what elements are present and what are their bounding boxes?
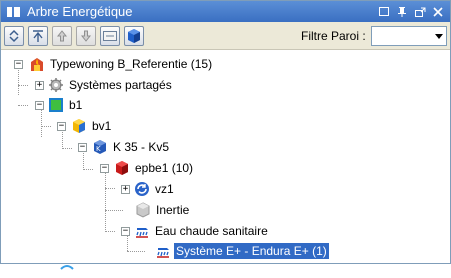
tree-node-b1[interactable]: b1	[48, 95, 84, 115]
tree-node-label: Inertie	[156, 203, 190, 217]
gear-icon	[48, 77, 64, 93]
blue-k-cube-icon: K	[92, 139, 108, 155]
shower-icon	[155, 243, 171, 259]
title-bar: Arbre Energétique	[1, 1, 450, 22]
tree-node-label: vz1	[155, 182, 174, 196]
window-title: Arbre Energétique	[27, 4, 133, 19]
energy-tree: − Typewoning B_Referentie (15) + Système…	[1, 51, 450, 270]
expand-all-icon[interactable]	[4, 25, 24, 46]
window-icon	[7, 6, 21, 18]
details-view-icon[interactable]	[100, 25, 120, 46]
tree-node-vz1[interactable]: vz1	[134, 179, 176, 199]
move-down-icon[interactable]	[76, 25, 96, 46]
red-cube-icon	[114, 160, 130, 176]
tree-expander[interactable]: −	[121, 227, 130, 236]
tree-expander[interactable]: −	[57, 122, 66, 131]
tree-node-inertie[interactable]: Inertie	[135, 200, 191, 220]
tree-node-label: Eau chaude sanitaire	[155, 224, 268, 238]
tree-expander[interactable]: −	[78, 143, 87, 152]
tree-expander[interactable]: −	[100, 164, 109, 173]
collapse-all-icon[interactable]	[28, 25, 48, 46]
shower-icon	[134, 223, 150, 239]
building-flame-icon	[29, 56, 45, 72]
tree-expander[interactable]: −	[35, 101, 44, 110]
tree-node-label: Système E+ - Endura E+ (1)	[174, 243, 329, 259]
tree-node-systeme-e-plus[interactable]: Système E+ - Endura E+ (1)	[155, 241, 329, 261]
blue-cycle-icon	[134, 181, 150, 197]
tree-expander[interactable]: −	[14, 60, 23, 69]
filter-wall-label: Filtre Paroi :	[301, 29, 366, 43]
tree-node-bv1[interactable]: bv1	[71, 116, 113, 136]
green-cube-icon	[48, 97, 64, 113]
gray-cube-icon	[135, 202, 151, 218]
tree-expander[interactable]: +	[35, 81, 44, 90]
tree-node-label: b1	[69, 98, 83, 112]
pin-icon[interactable]	[396, 5, 408, 19]
title-buttons	[378, 5, 444, 19]
close-icon[interactable]	[432, 5, 444, 19]
filter-wall-select[interactable]	[371, 26, 447, 46]
tree-node-label: epbe1 (10)	[135, 161, 194, 175]
undock-icon[interactable]	[414, 5, 426, 19]
tree-node-label: bv1	[92, 119, 112, 133]
tree-node-label: Systèmes partagés	[69, 78, 172, 92]
tree-expander[interactable]: +	[121, 185, 130, 194]
maximize-icon[interactable]	[378, 5, 390, 19]
tree-node-label: Typewoning B_Referentie (15)	[50, 57, 213, 71]
tree-node-typewoning[interactable]: Typewoning B_Referentie (15)	[29, 54, 214, 74]
tree-node-partial[interactable]	[59, 257, 78, 277]
tree-node-k35[interactable]: K K 35 - Kv5	[92, 137, 171, 157]
toolbar: Filtre Paroi :	[1, 22, 450, 50]
yellow-cube-icon	[71, 118, 87, 134]
tree-node-eau-chaude[interactable]: Eau chaude sanitaire	[134, 221, 270, 241]
energy-tree-panel: Arbre Energétique Filtre Paroi: − Typew…	[0, 0, 451, 270]
chevron-down-icon	[435, 33, 443, 39]
move-up-icon[interactable]	[52, 25, 72, 46]
tree-node-label: K 35 - Kv5	[113, 140, 170, 154]
tree-node-systemes-partages[interactable]: Systèmes partagés	[48, 75, 174, 95]
svg-text:K: K	[96, 145, 101, 153]
partial-node-icon	[59, 259, 75, 275]
3d-view-icon[interactable]	[124, 25, 144, 46]
tree-node-epbe1[interactable]: epbe1 (10)	[114, 158, 195, 178]
